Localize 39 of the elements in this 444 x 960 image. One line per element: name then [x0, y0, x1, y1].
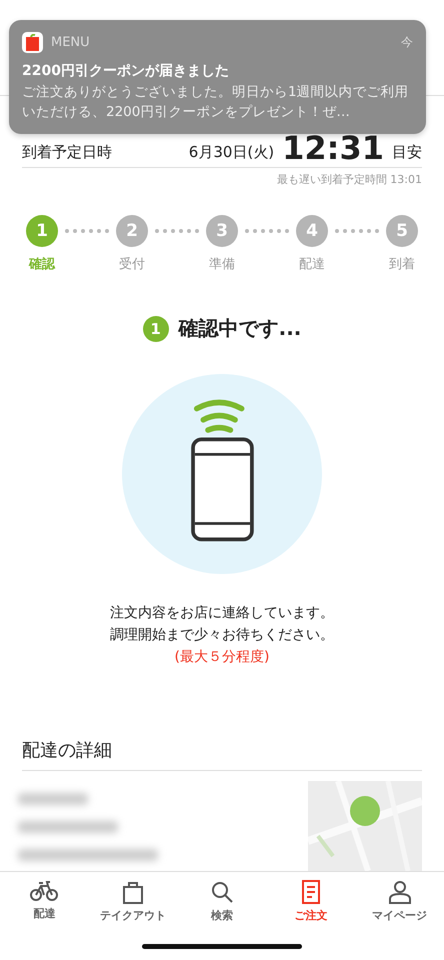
step-label: 確認 — [29, 256, 55, 273]
search-icon — [210, 880, 234, 904]
step-number: 4 — [296, 215, 328, 247]
app-icon — [22, 32, 43, 53]
tab[interactable]: テイクアウト — [88, 872, 178, 924]
tab[interactable]: マイページ — [355, 872, 444, 924]
arrival-label: 到着予定日時 — [22, 143, 113, 163]
notification-body: ご注文ありがとうございました。明日から1週間以内でご利用いただける、2200円引クーポンをプレゼント！ぜ… — [22, 83, 410, 122]
home-indicator[interactable] — [142, 944, 302, 949]
latest-arrival-time: 最も遅い到着予定時間 13:01 — [276, 172, 422, 187]
wait-note: (最大５分程度) — [174, 648, 270, 666]
section-title: 配達の詳細 — [22, 738, 422, 771]
step-label: 配達 — [299, 256, 325, 273]
time-suffix: 目安 — [392, 143, 422, 163]
arrival-date: 6月30日(火) — [188, 143, 274, 163]
notification-title: 2200円引クーポンが届きました — [22, 62, 230, 80]
step-label: 到着 — [389, 256, 415, 273]
step-number: 2 — [116, 215, 148, 247]
message-line: 注文内容をお店に連絡しています。 — [110, 604, 334, 622]
step-number: 1 — [26, 215, 58, 247]
bag-icon — [122, 880, 144, 904]
step-number: 3 — [206, 215, 238, 247]
app-name: MENU — [51, 35, 91, 50]
person-icon — [388, 880, 412, 904]
status-title: 確認中です... — [178, 315, 302, 342]
bicycle-icon — [30, 880, 58, 902]
notification-banner[interactable]: MENU 今 2200円引クーポンが届きました ご注文ありがとうございました。明日から1週間以内でご利用いただける、2200円引クーポンをプレゼント！ぜ… — [9, 20, 426, 134]
redacted-text — [18, 793, 88, 805]
tab[interactable]: 配達 — [0, 872, 89, 924]
message-line: 調理開始まで少々お待ちください。 — [110, 626, 334, 644]
tab[interactable]: 検索 — [178, 872, 266, 924]
tab[interactable]: ご注文 — [266, 872, 356, 924]
step-number: 5 — [386, 215, 418, 247]
step-label: 受付 — [119, 256, 145, 273]
document-icon — [300, 880, 322, 904]
notification-time: 今 — [401, 34, 413, 51]
arrival-time: 12:31 — [282, 132, 384, 164]
step-label: 準備 — [209, 256, 235, 273]
status-number: 1 — [142, 316, 169, 342]
